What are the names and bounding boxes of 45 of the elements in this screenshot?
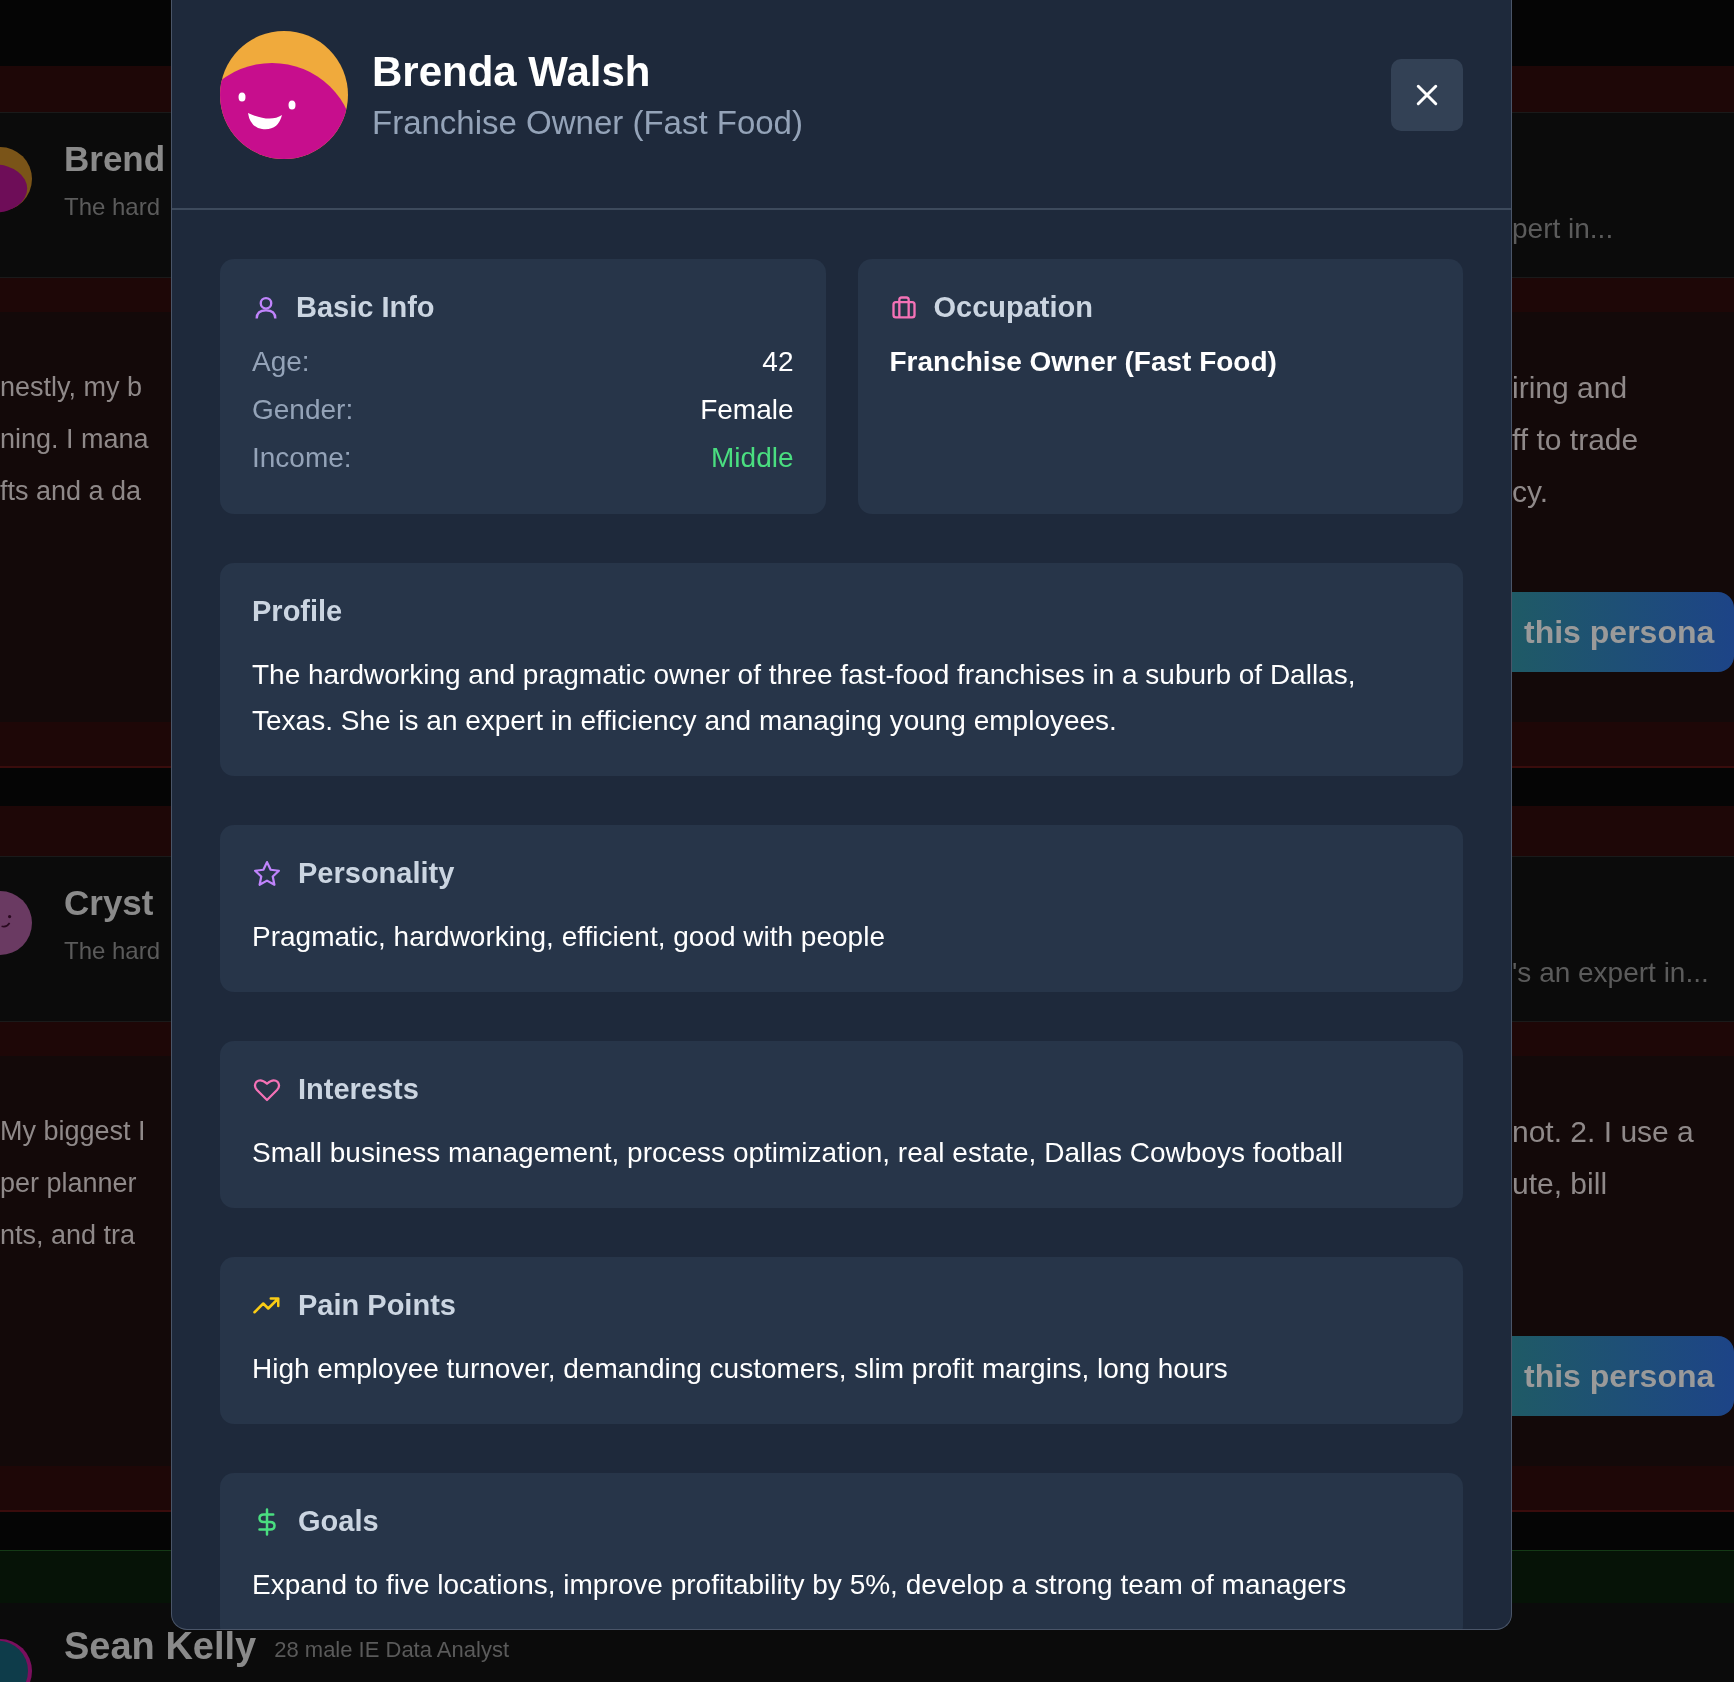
use-persona-button[interactable]: this persona	[1512, 592, 1734, 672]
persona-summary: pert in...	[1512, 213, 1614, 244]
section-text: Pragmatic, hardworking, efficient, good with people	[252, 920, 886, 954]
section-text: Small business management, process optimization, real estate, Dallas Cowboys football	[252, 1136, 1344, 1170]
persona-name: Sean Kelly	[64, 1627, 257, 1665]
persona-name: Brenda Walsh	[372, 48, 652, 96]
quote-text: not. 2. I use a	[1512, 1114, 1695, 1150]
field-value: 42	[762, 345, 794, 379]
close-button[interactable]	[1391, 59, 1463, 131]
persona-summary: The hard	[64, 937, 161, 965]
persona-meta: 28 male IE Data Analyst	[274, 1639, 509, 1661]
quote-text: cy.	[1512, 474, 1550, 510]
occupation-text: Franchise Owner (Fast Food)	[889, 345, 1278, 379]
persona-name: Cryst	[64, 883, 155, 923]
section-text: The hardworking and pragmatic owner of three fast-food franchises in a suburb of Dallas, Texas. She is an expert in efficiency and managing young employees.	[252, 658, 1357, 738]
field-label: Gender:	[252, 393, 354, 427]
quote-text: per planner	[0, 1167, 138, 1200]
section-text: High employee turnover, demanding customers, slim profit margins, long hours	[252, 1352, 1229, 1386]
card-title: Occupation	[933, 291, 1093, 324]
section-text: Expand to five locations, improve profitability by 5%, develop a strong team of managers	[252, 1568, 1348, 1602]
field-value: Female	[700, 393, 794, 427]
card-title: Profile	[252, 595, 343, 628]
quote-text: iring and	[1512, 370, 1629, 406]
quote-text: nts, and tra	[0, 1219, 137, 1252]
persona-summary: 's an expert in...	[1512, 957, 1709, 988]
quote-text: ute, bill	[1512, 1166, 1609, 1202]
persona-role: Franchise Owner (Fast Food)	[372, 104, 803, 142]
star-icon	[252, 858, 282, 889]
quote-text: ning. I mana	[0, 423, 150, 456]
card-title: Basic Info	[296, 291, 435, 324]
persona-summary: The hard	[64, 193, 162, 221]
field-label: Age:	[252, 345, 310, 379]
quote-text: My biggest I	[0, 1115, 147, 1148]
card-title: Goals	[298, 1505, 379, 1538]
quote-text: fts and a da	[0, 475, 143, 508]
card-title: Interests	[298, 1073, 419, 1106]
quote-text: ff to trade	[1512, 422, 1640, 458]
quote-text: nestly, my b	[0, 371, 144, 404]
persona-name: Brend	[64, 139, 166, 179]
card-title: Personality	[298, 857, 455, 890]
card-title: Pain Points	[298, 1289, 456, 1322]
field-label: Income:	[252, 441, 352, 475]
field-value: Middle	[711, 441, 794, 475]
use-persona-button[interactable]: this persona	[1512, 1336, 1734, 1416]
briefcase-icon	[889, 293, 918, 322]
